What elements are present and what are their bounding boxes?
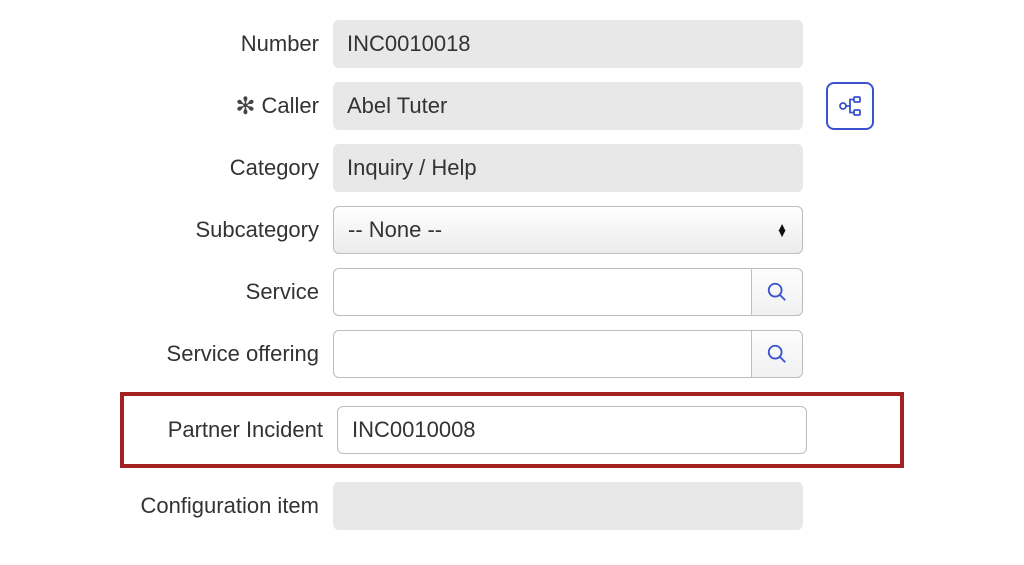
label-number: Number [0, 31, 333, 57]
label-service: Service [0, 279, 333, 305]
category-value-text: Inquiry / Help [347, 155, 477, 181]
row-service-offering: Service offering [0, 330, 1024, 378]
label-caller: ✻ Caller [0, 92, 333, 121]
search-icon [766, 343, 788, 365]
incident-form: Number INC0010018 ✻ Caller Abel Tuter [0, 20, 1024, 530]
label-configuration-item: Configuration item [0, 493, 333, 519]
label-category: Category [0, 155, 333, 181]
required-asterisk-icon: ✻ [235, 92, 255, 121]
number-value-text: INC0010018 [347, 31, 471, 57]
service-offering-input[interactable] [333, 330, 751, 378]
label-partner-incident: Partner Incident [124, 417, 337, 443]
row-partner-incident: Partner Incident [124, 406, 900, 454]
caller-related-button[interactable] [826, 82, 874, 130]
label-text-configuration-item: Configuration item [140, 493, 319, 519]
caller-value-text: Abel Tuter [347, 93, 447, 119]
label-text-partner-incident: Partner Incident [168, 417, 323, 443]
caller-value[interactable]: Abel Tuter [333, 82, 803, 130]
label-text-category: Category [230, 155, 319, 181]
row-service: Service [0, 268, 1024, 316]
row-configuration-item: Configuration item [0, 482, 1024, 530]
label-subcategory: Subcategory [0, 217, 333, 243]
search-icon [766, 281, 788, 303]
label-text-service: Service [246, 279, 319, 305]
row-category: Category Inquiry / Help [0, 144, 1024, 192]
highlighted-partner-incident: Partner Incident [120, 392, 904, 468]
partner-incident-input[interactable] [337, 406, 807, 454]
service-input[interactable] [333, 268, 751, 316]
subcategory-select[interactable]: -- None -- ▲▼ [333, 206, 803, 254]
configuration-item-value[interactable] [333, 482, 803, 530]
row-number: Number INC0010018 [0, 20, 1024, 68]
select-arrows-icon: ▲▼ [776, 224, 788, 236]
label-text-number: Number [241, 31, 319, 57]
row-subcategory: Subcategory -- None -- ▲▼ [0, 206, 1024, 254]
subcategory-value-text: -- None -- [348, 217, 442, 243]
tree-icon [838, 95, 862, 117]
category-value[interactable]: Inquiry / Help [333, 144, 803, 192]
label-text-subcategory: Subcategory [195, 217, 319, 243]
label-text-caller: Caller [262, 93, 319, 119]
row-caller: ✻ Caller Abel Tuter [0, 82, 1024, 130]
label-service-offering: Service offering [0, 341, 333, 367]
number-value: INC0010018 [333, 20, 803, 68]
service-offering-lookup-button[interactable] [751, 330, 803, 378]
label-text-service-offering: Service offering [167, 341, 319, 367]
service-lookup-button[interactable] [751, 268, 803, 316]
